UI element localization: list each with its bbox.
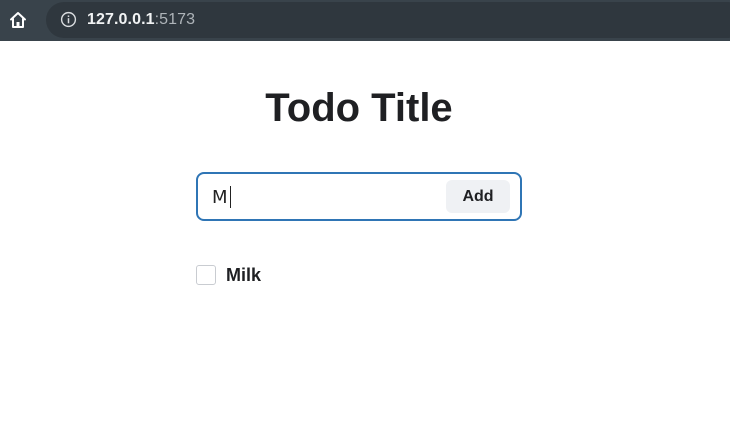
todo-input[interactable] bbox=[212, 184, 432, 210]
todo-item: Milk bbox=[196, 263, 261, 287]
add-button[interactable]: Add bbox=[446, 180, 510, 213]
page-title: Todo Title bbox=[265, 86, 453, 130]
todo-form: Add bbox=[196, 172, 522, 221]
home-icon[interactable] bbox=[8, 10, 28, 30]
text-cursor bbox=[229, 186, 231, 208]
todo-label: Milk bbox=[226, 264, 262, 285]
url-host: 127.0.0.1 bbox=[87, 11, 155, 28]
info-icon[interactable] bbox=[60, 11, 77, 28]
browser-toolbar: 127.0.0.1:5173 bbox=[0, 0, 730, 41]
url-text[interactable]: 127.0.0.1:5173 bbox=[87, 10, 195, 30]
todo-checkbox[interactable] bbox=[196, 265, 216, 285]
url-port: :5173 bbox=[154, 11, 196, 28]
